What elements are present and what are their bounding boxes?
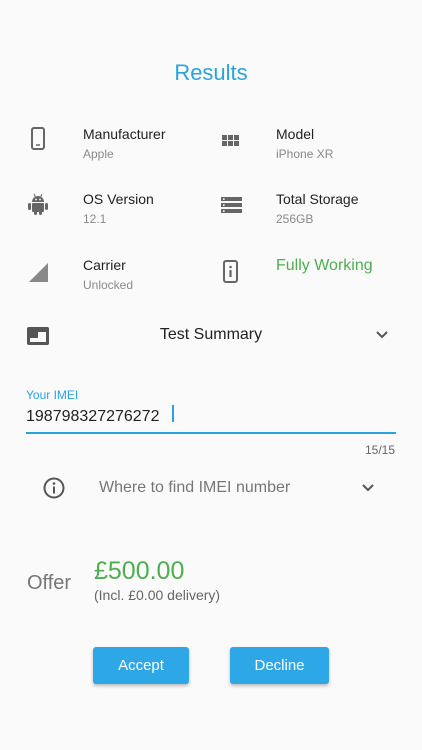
chevron-down-icon <box>362 484 374 492</box>
os-version-item: OS Version 12.1 <box>26 191 216 241</box>
offer-label: Offer <box>27 572 72 594</box>
android-icon <box>28 193 48 215</box>
carrier-value: Unlocked <box>83 278 134 292</box>
carrier-item: Carrier Unlocked <box>26 257 216 307</box>
offer-price: £500.00 <box>94 557 185 585</box>
imei-field-label: Your IMEI <box>26 388 79 402</box>
manufacturer-item: Manufacturer Apple <box>26 126 216 176</box>
model-item: Model iPhone XR <box>219 126 409 176</box>
test-summary-expander[interactable]: Test Summary <box>26 318 396 354</box>
status-text: Fully Working <box>276 257 373 274</box>
decline-button[interactable]: Decline <box>230 647 329 684</box>
info-phone-icon <box>223 260 238 283</box>
carrier-label: Carrier <box>83 257 126 273</box>
page-title: Results <box>174 60 248 85</box>
status-item: Fully Working <box>219 257 409 307</box>
offer-delivery-note: (Incl. £0.00 delivery) <box>94 587 221 603</box>
manufacturer-value: Apple <box>83 147 114 161</box>
os-version-label: OS Version <box>83 191 154 207</box>
signal-icon <box>29 263 48 282</box>
info-icon <box>43 477 65 499</box>
storage-icon <box>221 197 242 213</box>
text-caret <box>172 405 174 422</box>
total-storage-label: Total Storage <box>276 191 359 207</box>
os-version-value: 12.1 <box>83 212 107 226</box>
imei-input[interactable] <box>26 402 396 434</box>
model-value: iPhone XR <box>276 147 334 161</box>
find-imei-expander[interactable]: Where to find IMEI number <box>26 470 396 506</box>
accept-button[interactable]: Accept <box>93 647 189 684</box>
model-label: Model <box>276 126 315 142</box>
total-storage-item: Total Storage 256GB <box>219 191 409 241</box>
phone-icon <box>31 127 45 150</box>
chevron-down-icon <box>376 331 388 339</box>
total-storage-value: 256GB <box>276 212 314 226</box>
imei-char-counter: 15/15 <box>364 443 395 457</box>
test-summary-label: Test Summary <box>159 326 263 343</box>
find-imei-label: Where to find IMEI number <box>99 479 291 496</box>
grid-icon <box>222 135 239 146</box>
manufacturer-label: Manufacturer <box>83 126 166 142</box>
